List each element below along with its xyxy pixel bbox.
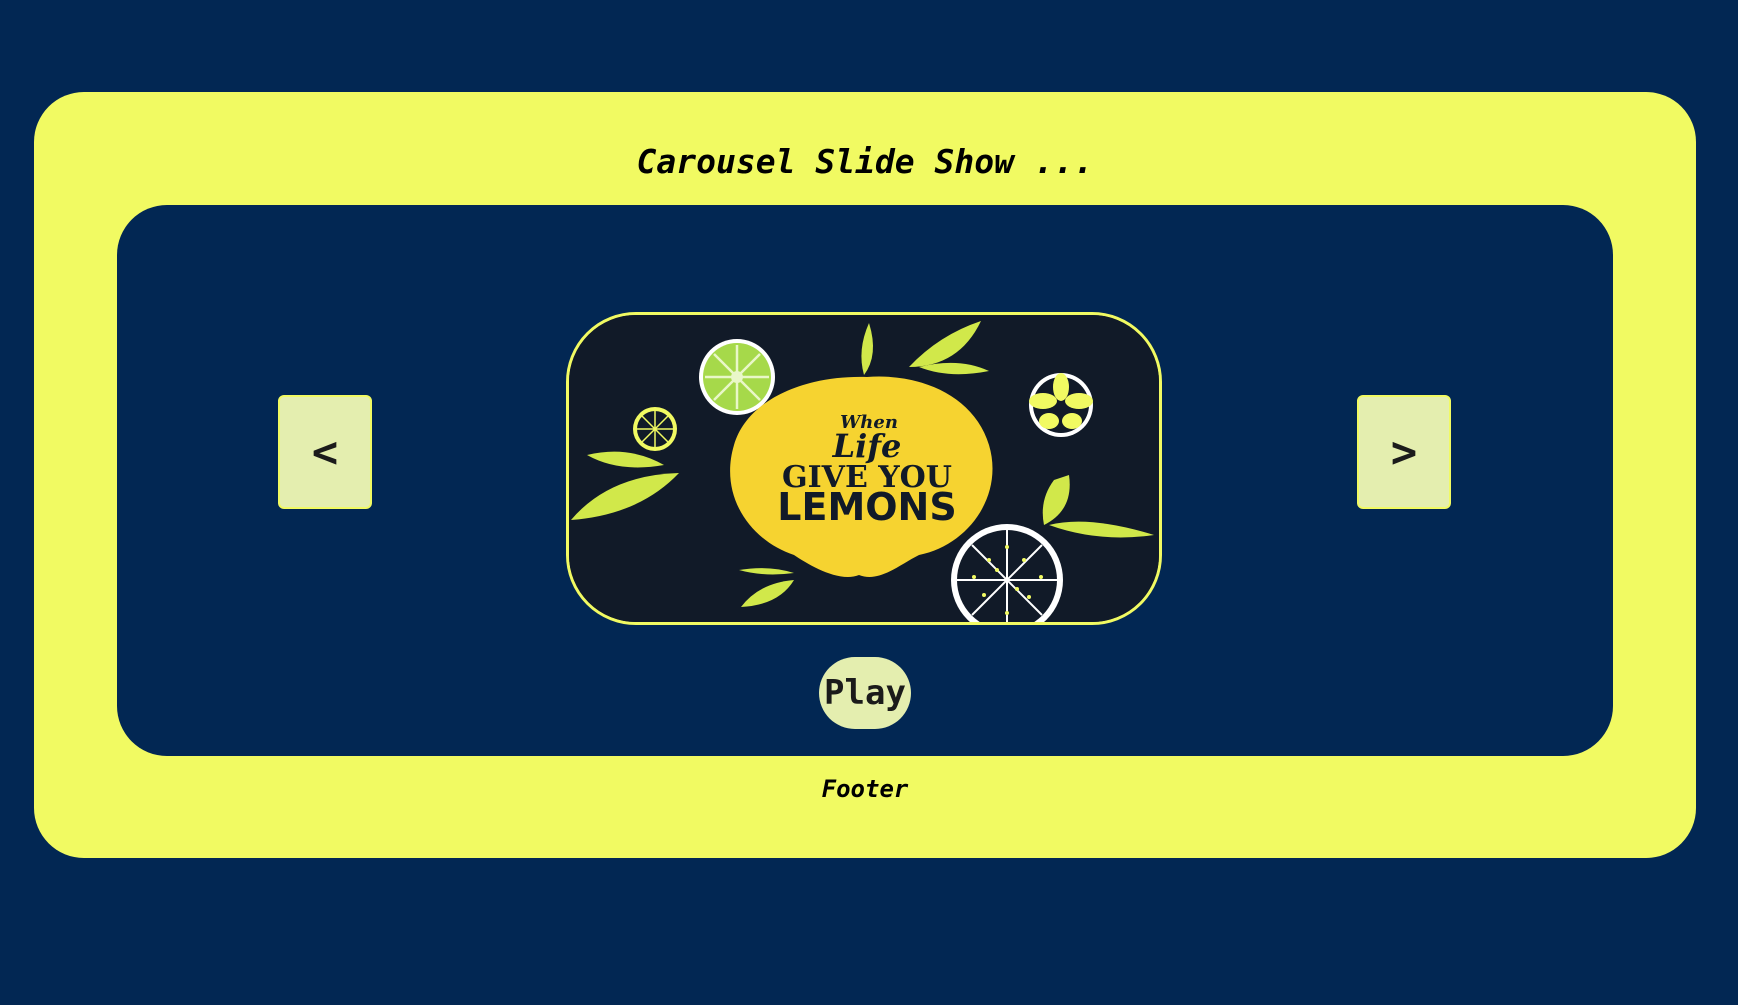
slide-text-lemons: LEMONS: [777, 485, 956, 529]
next-slide-button[interactable]: >: [1357, 395, 1451, 509]
lemons-illustration: When Life GIVE YOU LEMONS: [569, 315, 1159, 622]
play-button[interactable]: Play: [819, 657, 911, 729]
page-title: Carousel Slide Show ...: [636, 142, 1094, 181]
slide-image: When Life GIVE YOU LEMONS: [566, 312, 1162, 625]
carousel-frame: Carousel Slide Show ... < When Life GIVE…: [34, 92, 1696, 858]
previous-slide-button[interactable]: <: [278, 395, 372, 509]
footer-text: Footer: [821, 775, 909, 803]
carousel-stage: < When Life GIVE YOU LEMONS > Play: [117, 205, 1613, 756]
